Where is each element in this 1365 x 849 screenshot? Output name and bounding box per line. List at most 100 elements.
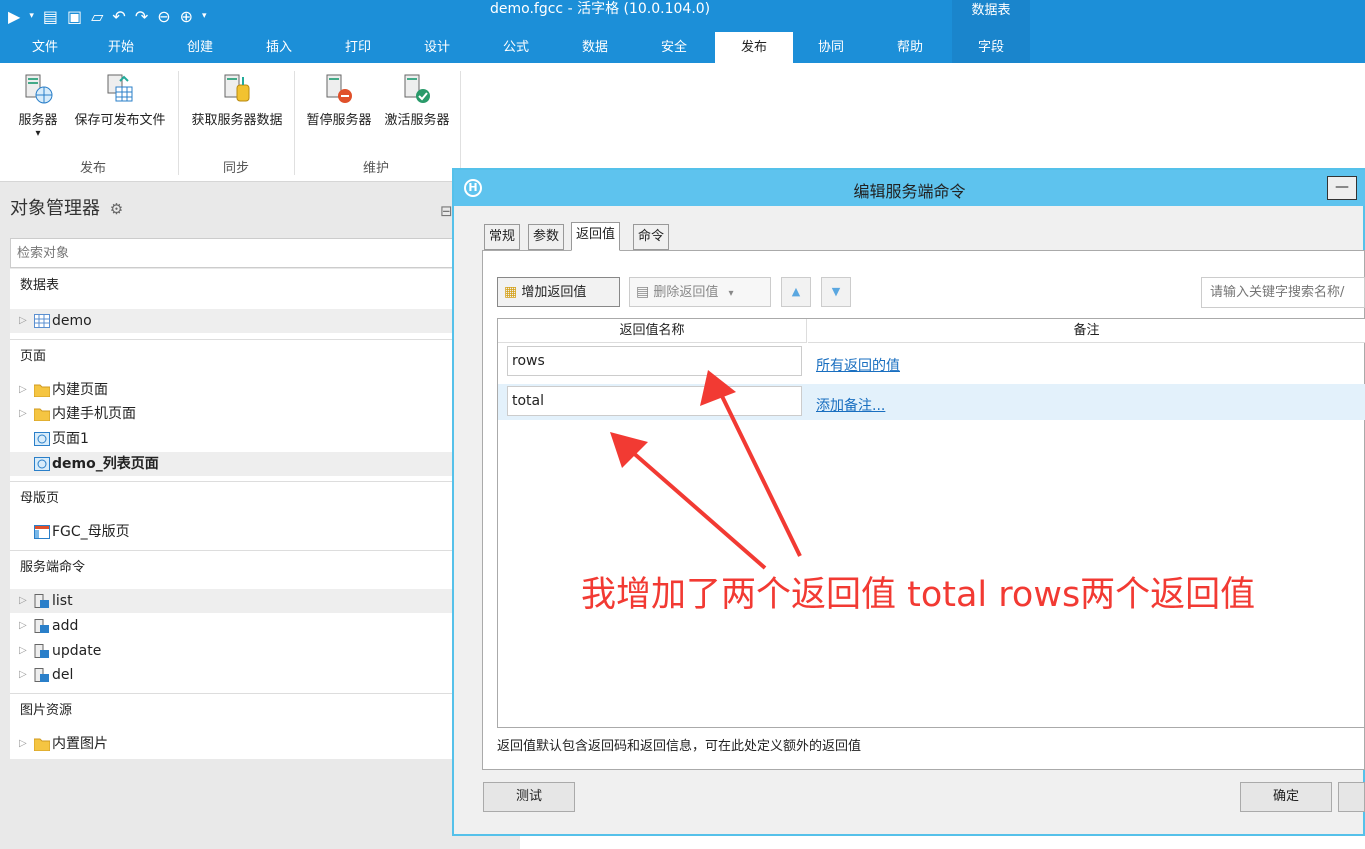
return-value-search-input[interactable] xyxy=(1201,277,1365,308)
tree-item-builtin-mobile-pages[interactable]: ▷ 内建手机页面 xyxy=(10,402,458,426)
object-search-input[interactable] xyxy=(10,238,458,268)
master-page-icon xyxy=(34,525,50,539)
ribbon-tab-bar: 文件 开始 创建 插入 打印 设计 公式 数据 安全 发布 协同 帮助 字段 xyxy=(0,32,1365,63)
expand-icon[interactable]: ▷ xyxy=(19,402,27,426)
tree-item-cmd-del[interactable]: ▷ del xyxy=(10,663,458,687)
annotation-text: 我增加了两个返回值 total rows两个返回值 xyxy=(581,575,1256,615)
tree-item-table-demo[interactable]: ▷ demo xyxy=(10,309,458,333)
activate-server-button[interactable]: 激活服务器 xyxy=(378,73,456,128)
tab-collaborate[interactable]: 协同 xyxy=(794,32,868,63)
back-icon[interactable]: ⊖ xyxy=(157,7,170,26)
tab-home[interactable]: 开始 xyxy=(84,32,158,63)
ok-button[interactable]: 确定 xyxy=(1240,782,1332,812)
context-tab-label: 数据表 xyxy=(952,0,1030,32)
run-icon[interactable]: ▶ xyxy=(8,7,20,26)
expand-icon[interactable]: ▷ xyxy=(19,639,27,663)
expand-icon[interactable]: ▷ xyxy=(19,378,27,402)
save-publish-file-button[interactable]: 保存可发布文件 xyxy=(66,73,174,128)
tab-design[interactable]: 设计 xyxy=(400,32,474,63)
add-icon: ▦ xyxy=(504,284,518,300)
server-command-icon xyxy=(34,644,49,658)
tab-insert[interactable]: 插入 xyxy=(242,32,316,63)
dialog-title: 编辑服务端命令 xyxy=(853,182,966,201)
tab-data[interactable]: 数据 xyxy=(558,32,632,63)
tree-item-fgc-master[interactable]: FGC_母版页 xyxy=(10,520,458,544)
section-pages[interactable]: 页面 xyxy=(10,339,458,373)
new-file-icon[interactable]: ▤ xyxy=(43,7,58,26)
delete-return-value-button[interactable]: ▤ 删除返回值 ▾ xyxy=(629,277,771,307)
expand-icon[interactable]: ▷ xyxy=(19,732,27,756)
fetch-data-icon xyxy=(221,73,253,105)
section-tables[interactable]: 数据表 xyxy=(10,269,458,303)
server-globe-icon xyxy=(22,73,54,105)
forward-icon[interactable]: ⊕ xyxy=(180,7,193,26)
section-server-commands[interactable]: 服务端命令 xyxy=(10,550,458,584)
section-master-pages[interactable]: 母版页 xyxy=(10,481,458,515)
gear-icon[interactable]: ⚙ xyxy=(110,200,123,218)
pause-server-button[interactable]: 暂停服务器 xyxy=(300,73,378,128)
column-header-note[interactable]: 备注 xyxy=(808,319,1365,343)
return-value-note-link[interactable]: 所有返回的值 xyxy=(816,355,900,375)
cancel-button[interactable] xyxy=(1338,782,1365,812)
redo-icon[interactable]: ↷ xyxy=(135,7,148,26)
tab-create[interactable]: 创建 xyxy=(163,32,237,63)
tab-print[interactable]: 打印 xyxy=(321,32,395,63)
server-command-icon xyxy=(34,668,49,682)
tree-item-cmd-update[interactable]: ▷ update xyxy=(10,639,458,663)
fetch-server-data-button[interactable]: 获取服务器数据 xyxy=(182,73,292,128)
server-button[interactable]: 服务器 ▾ xyxy=(14,73,62,139)
tab-field[interactable]: 字段 xyxy=(952,32,1030,63)
delete-dropdown-icon[interactable]: ▾ xyxy=(729,288,734,299)
add-return-value-button[interactable]: ▦ 增加返回值 xyxy=(497,277,620,307)
save-table-icon xyxy=(104,73,136,105)
tree-item-builtin-pages[interactable]: ▷ 内建页面 xyxy=(10,378,458,402)
return-value-name-field[interactable]: rows xyxy=(507,346,802,376)
test-button[interactable]: 测试 xyxy=(483,782,575,812)
tree-item-cmd-list[interactable]: ▷ list xyxy=(10,589,458,613)
dialog-tab-return-values[interactable]: 返回值 xyxy=(571,222,621,251)
table-icon xyxy=(34,314,50,328)
tree-item-cmd-add[interactable]: ▷ add xyxy=(10,614,458,638)
expand-icon[interactable]: ▷ xyxy=(19,663,27,687)
undo-icon[interactable]: ↶ xyxy=(112,7,125,26)
tab-help[interactable]: 帮助 xyxy=(873,32,947,63)
dialog-tab-command[interactable]: 命令 xyxy=(633,224,670,250)
customize-icon[interactable]: ▾ xyxy=(202,11,207,21)
collapse-icon[interactable]: ⊟ xyxy=(440,202,453,220)
add-note-link[interactable]: 添加备注... xyxy=(816,395,885,415)
qat-dropdown-icon[interactable]: ▾ xyxy=(29,11,34,21)
save-icon[interactable]: ▣ xyxy=(67,7,82,26)
tab-file[interactable]: 文件 xyxy=(8,32,82,63)
delete-icon: ▤ xyxy=(636,284,650,300)
section-images[interactable]: 图片资源 xyxy=(10,693,458,727)
move-down-button[interactable]: ▼ xyxy=(821,277,851,307)
minimize-button[interactable]: — xyxy=(1327,176,1357,200)
page-icon xyxy=(34,432,50,446)
expand-icon[interactable]: ▷ xyxy=(19,614,27,638)
dialog-title-bar: H 编辑服务端命令 — xyxy=(454,170,1365,206)
move-up-button[interactable]: ▲ xyxy=(781,277,811,307)
window-title: demo.fgcc - 活字格 (10.0.104.0) xyxy=(490,1,711,17)
open-icon[interactable]: ▱ xyxy=(91,7,103,26)
title-bar: ▶ ▾ ▤ ▣ ▱ ↶ ↷ ⊖ ⊕ ▾ demo.fgcc - 活字格 (10.… xyxy=(0,0,1365,32)
tab-security[interactable]: 安全 xyxy=(637,32,711,63)
column-header-name[interactable]: 返回值名称 xyxy=(498,319,807,343)
return-value-name-field[interactable]: total xyxy=(507,386,802,416)
group-separator xyxy=(178,71,179,175)
object-manager-header: 对象管理器 ⚙ xyxy=(10,194,123,228)
tree-item-builtin-images[interactable]: ▷ 内置图片 xyxy=(10,732,458,756)
tab-formula[interactable]: 公式 xyxy=(479,32,553,63)
expand-icon[interactable]: ▷ xyxy=(19,589,27,613)
folder-icon xyxy=(34,384,50,397)
tree-item-demo-list-page[interactable]: demo_列表页面 xyxy=(10,452,458,476)
tab-publish[interactable]: 发布 xyxy=(715,32,793,63)
activate-server-icon xyxy=(401,73,433,105)
return-value-hint: 返回值默认包含返回码和返回信息，可在此处定义额外的返回值 xyxy=(497,739,862,754)
dialog-tab-general[interactable]: 常规 xyxy=(484,224,521,250)
dialog-tab-params[interactable]: 参数 xyxy=(528,224,565,250)
page-icon xyxy=(34,457,50,471)
tree-item-page1[interactable]: 页面1 xyxy=(10,427,458,451)
expand-icon[interactable]: ▷ xyxy=(19,309,27,333)
group-label-sync: 同步 xyxy=(222,161,249,176)
server-dropdown-caret[interactable]: ▾ xyxy=(14,128,62,139)
